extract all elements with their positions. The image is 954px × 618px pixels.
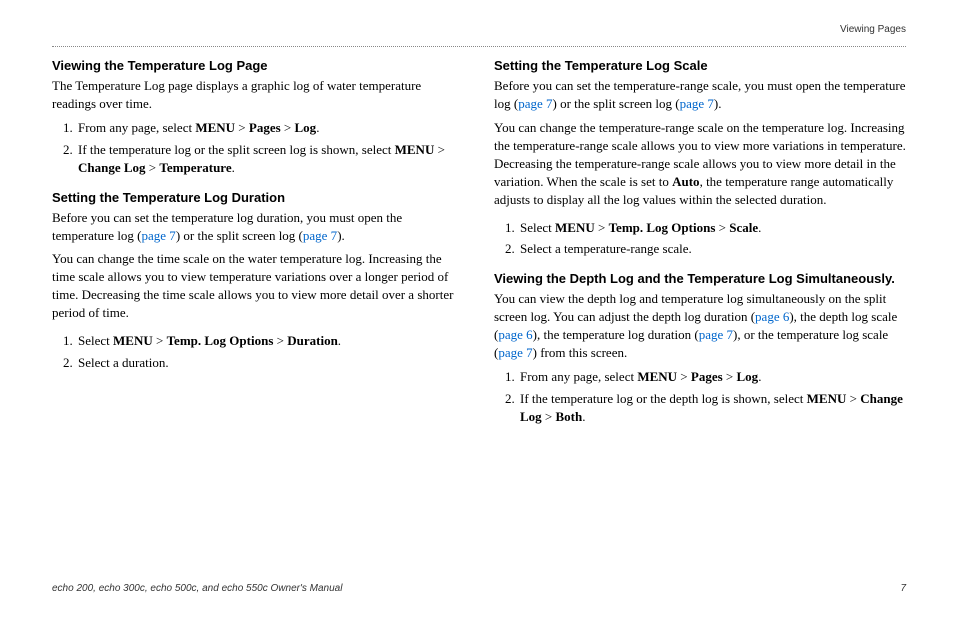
text: .	[758, 220, 761, 235]
menu-path-item: Log	[295, 120, 317, 135]
list-item: From any page, select MENU > Pages > Log…	[518, 368, 906, 386]
text: Select	[520, 220, 555, 235]
footer: echo 200, echo 300c, echo 500c, and echo…	[52, 583, 906, 594]
menu-path-item: Both	[556, 409, 583, 424]
menu-path-item: Pages	[249, 120, 281, 135]
text: >	[715, 220, 729, 235]
menu-path-item: Temperature	[159, 160, 231, 175]
text: .	[758, 369, 761, 384]
ordered-list: From any page, select MENU > Pages > Log…	[52, 119, 464, 177]
menu-path-item: Change Log	[78, 160, 146, 175]
menu-path-item: Log	[737, 369, 759, 384]
list-item: If the temperature log or the depth log …	[518, 390, 906, 426]
right-column: Setting the Temperature Log Scale Before…	[494, 57, 906, 436]
menu-path-item: MENU	[113, 333, 153, 348]
page-link[interactable]: page 7	[518, 96, 552, 111]
list-item: From any page, select MENU > Pages > Log…	[76, 119, 464, 137]
page-link[interactable]: page 7	[699, 327, 733, 342]
running-header: Viewing Pages	[840, 24, 906, 35]
paragraph: You can change the temperature-range sca…	[494, 119, 906, 209]
text: >	[153, 333, 167, 348]
menu-path-item: MENU	[555, 220, 595, 235]
page: Viewing Pages Viewing the Temperature Lo…	[0, 0, 954, 618]
list-item: Select a temperature-range scale.	[518, 240, 906, 258]
page-link[interactable]: page 6	[498, 327, 532, 342]
page-link[interactable]: page 7	[498, 345, 532, 360]
menu-path-item: Temp. Log Options	[167, 333, 274, 348]
text: >	[273, 333, 287, 348]
text: ) or the split screen log (	[553, 96, 680, 111]
paragraph: You can change the time scale on the wat…	[52, 250, 464, 322]
text: .	[316, 120, 319, 135]
menu-path-item: Scale	[729, 220, 758, 235]
text: >	[846, 391, 860, 406]
menu-path-item: Duration	[287, 333, 338, 348]
ordered-list: Select MENU > Temp. Log Options > Scale.…	[494, 219, 906, 259]
section-title: Setting the Temperature Log Scale	[494, 57, 906, 75]
menu-path-item: MENU	[807, 391, 847, 406]
paragraph: The Temperature Log page displays a grap…	[52, 77, 464, 113]
text: If the temperature log or the depth log …	[520, 391, 807, 406]
text: From any page, select	[78, 120, 195, 135]
menu-path-item: MENU	[195, 120, 235, 135]
left-column: Viewing the Temperature Log Page The Tem…	[52, 57, 464, 436]
text: ).	[337, 228, 345, 243]
text: Select	[78, 333, 113, 348]
page-link[interactable]: page 7	[303, 228, 337, 243]
page-link[interactable]: page 6	[755, 309, 789, 324]
text: ), the temperature log duration (	[533, 327, 699, 342]
text: >	[146, 160, 160, 175]
text: ) or the split screen log (	[176, 228, 303, 243]
header-rule	[52, 46, 906, 47]
ordered-list: Select MENU > Temp. Log Options > Durati…	[52, 332, 464, 372]
bold-term: Auto	[672, 174, 699, 189]
paragraph: Before you can set the temperature log d…	[52, 209, 464, 245]
section-title: Viewing the Temperature Log Page	[52, 57, 464, 75]
text: .	[582, 409, 585, 424]
footer-page-number: 7	[900, 583, 906, 594]
text: >	[235, 120, 249, 135]
text: From any page, select	[520, 369, 637, 384]
section-title: Setting the Temperature Log Duration	[52, 189, 464, 207]
list-item: Select MENU > Temp. Log Options > Scale.	[518, 219, 906, 237]
menu-path-item: Temp. Log Options	[609, 220, 716, 235]
text: .	[338, 333, 341, 348]
section-title: Viewing the Depth Log and the Temperatur…	[494, 270, 906, 288]
text: ) from this screen.	[533, 345, 628, 360]
list-item: Select MENU > Temp. Log Options > Durati…	[76, 332, 464, 350]
header: Viewing Pages	[52, 24, 906, 42]
menu-path-item: Pages	[691, 369, 723, 384]
text: >	[434, 142, 445, 157]
text: .	[232, 160, 235, 175]
text: >	[542, 409, 556, 424]
columns: Viewing the Temperature Log Page The Tem…	[52, 57, 906, 436]
paragraph: You can view the depth log and temperatu…	[494, 290, 906, 362]
text: >	[595, 220, 609, 235]
paragraph: Before you can set the temperature-range…	[494, 77, 906, 113]
list-item: Select a duration.	[76, 354, 464, 372]
page-link[interactable]: page 7	[680, 96, 714, 111]
page-link[interactable]: page 7	[142, 228, 176, 243]
menu-path-item: MENU	[395, 142, 435, 157]
text: >	[281, 120, 295, 135]
text: >	[677, 369, 691, 384]
list-item: If the temperature log or the split scre…	[76, 141, 464, 177]
text: If the temperature log or the split scre…	[78, 142, 395, 157]
text: >	[723, 369, 737, 384]
text: ).	[714, 96, 722, 111]
footer-manual-title: echo 200, echo 300c, echo 500c, and echo…	[52, 583, 342, 594]
ordered-list: From any page, select MENU > Pages > Log…	[494, 368, 906, 426]
menu-path-item: MENU	[637, 369, 677, 384]
